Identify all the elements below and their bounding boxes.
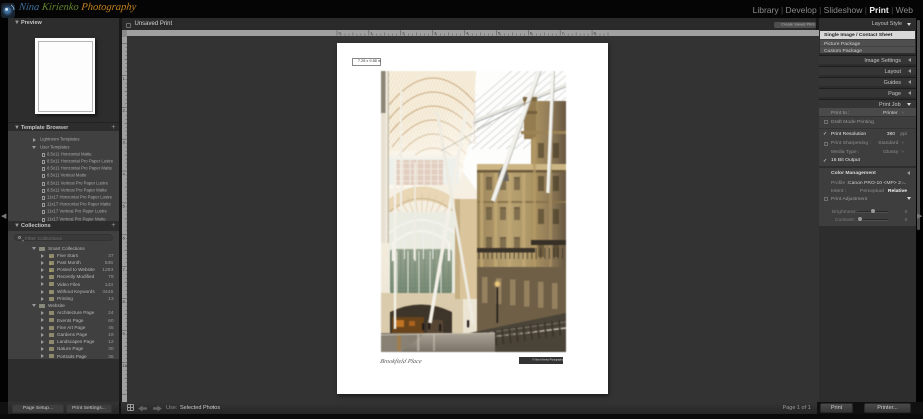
svg-text:1: 1 (122, 75, 125, 80)
svg-text:3: 3 (122, 139, 125, 144)
svg-text:7: 7 (122, 267, 125, 272)
svg-text:2: 2 (122, 107, 125, 112)
svg-text:5: 5 (122, 203, 125, 208)
svg-text:9: 9 (122, 330, 125, 335)
svg-text:8: 8 (122, 299, 125, 304)
svg-text:4: 4 (122, 171, 125, 176)
svg-text:6: 6 (122, 235, 125, 240)
